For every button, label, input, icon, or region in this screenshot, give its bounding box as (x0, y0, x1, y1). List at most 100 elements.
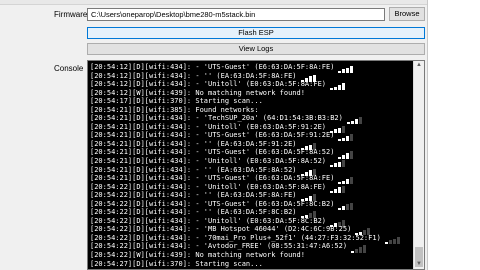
console-line-text: [20:54:21][D][wifi:434]: - 'Unitoll' (E0… (90, 122, 327, 131)
console-line: [20:54:21][D][wifi:434]: - 'UTS-Guest' (… (90, 131, 412, 142)
console-line: [20:54:21][D][wifi:434]: - 'UTS-Guest' (… (90, 148, 412, 159)
adjacent-window-area (428, 0, 480, 270)
wifi-signal-icon (330, 184, 346, 193)
signal-bar (330, 190, 334, 193)
console-line: [20:54:17][D][wifi:370]: Starting scan..… (90, 97, 412, 106)
signal-bar (358, 117, 362, 125)
console-line: [20:54:21][D][wifi:434]: - '' (EA:63:DA:… (90, 139, 412, 151)
wifi-signal-icon (384, 235, 401, 245)
console-line: [20:54:22][D][wifi:434]: - '' (EA:63:DA:… (90, 208, 412, 219)
signal-bar (338, 161, 342, 168)
wifi-signal-icon (330, 218, 346, 227)
console-output[interactable]: [20:54:12][D][wifi:434]: - 'UTS-Guest' (… (87, 60, 425, 270)
signal-bar (396, 236, 400, 245)
console-line-text: [20:54:12][D][wifi:434]: - '' (EA:63:DA:… (90, 71, 297, 80)
console-line-text: [20:54:21][D][wifi:434]: - 'UTS-Guest' (… (90, 148, 335, 157)
wifi-signal-icon (338, 176, 354, 185)
console-scrollbar[interactable]: ▲ ▼ (413, 61, 424, 269)
signal-bar (342, 69, 346, 74)
signal-bar (354, 118, 358, 125)
console-line-text: [20:54:22][D][wifi:434]: - 'Avtodor_FREE… (90, 242, 348, 251)
firmware-path-field[interactable]: C:\Users\oneparop\Desktop\bme280-m5stack… (87, 8, 385, 21)
console-line: [20:54:12][D][wifi:434]: - 'Unitoll' (E0… (90, 80, 412, 91)
signal-bar (346, 178, 350, 185)
signal-bar (346, 122, 350, 125)
scroll-down-icon[interactable]: ▼ (414, 260, 424, 269)
signal-bar (330, 165, 334, 168)
signal-bar (346, 204, 350, 210)
signal-bar (350, 202, 354, 210)
signal-bar (350, 151, 354, 159)
console-line-text: [20:54:12][D][wifi:434]: - 'UTS-Guest' (… (90, 63, 335, 71)
wifi-signal-icon (300, 193, 317, 202)
flash-esp-button[interactable]: Flash ESP (87, 27, 425, 39)
wifi-signal-icon (330, 124, 346, 133)
wifi-signal-icon (351, 244, 367, 253)
signal-bar (351, 250, 355, 253)
console-line-text: [20:54:22][D][wifi:434]: - '' (EA:63:DA:… (90, 191, 297, 200)
signal-bar (338, 207, 342, 210)
signal-bar (350, 120, 354, 125)
signal-bar (384, 242, 388, 245)
console-line-text: [20:54:22][D][wifi:434]: - 'UTS-Guest' (… (90, 199, 335, 208)
console-label: Console (54, 64, 84, 73)
console-line: [20:54:22][D][wifi:434]: - 'Avtodor_FREE… (90, 242, 412, 253)
signal-bar (388, 240, 392, 245)
signal-bar (334, 86, 338, 91)
console-line: [20:54:22][D][wifi:434]: - 'Unitoll' (E0… (90, 216, 412, 227)
console-line-text: [20:54:22][W][wifi:439]: No matching net… (90, 251, 305, 260)
wifi-signal-icon (300, 210, 317, 219)
signal-bar (346, 136, 350, 142)
console-line: [20:54:21][D][wifi:385]: Found networks: (90, 106, 412, 115)
firmware-label: Firmware (54, 10, 88, 19)
signal-bar (342, 185, 346, 193)
view-logs-button[interactable]: View Logs (87, 43, 425, 55)
window-top-edge (0, 0, 480, 5)
scroll-up-icon[interactable]: ▲ (414, 61, 424, 70)
signal-bar (346, 153, 350, 159)
console-line-text: [20:54:22][D][wifi:434]: - 'MB Hotspot 4… (90, 225, 352, 234)
signal-bar (342, 83, 346, 91)
console-line-text: [20:54:21][D][wifi:385]: Found networks: (90, 105, 259, 114)
signal-bar (350, 177, 354, 185)
console-line-text: [20:54:21][D][wifi:434]: - 'TechSUP_20a'… (90, 114, 343, 123)
console-line: [20:54:21][D][wifi:434]: - 'UTS-Guest' (… (90, 174, 412, 185)
wifi-signal-icon (355, 227, 371, 236)
signal-bar (342, 206, 346, 210)
console-line-text: [20:54:22][D][wifi:434]: - '70mai_Pro Pl… (90, 233, 381, 242)
signal-bar (392, 238, 396, 245)
console-line-text: [20:54:21][D][wifi:434]: - '' (EA:63:DA:… (90, 139, 297, 148)
console-line: [20:54:27][D][wifi:370]: Starting scan..… (90, 260, 412, 269)
console-line: [20:54:12][D][wifi:434]: - '' (EA:63:DA:… (90, 71, 412, 82)
wifi-signal-icon (338, 65, 354, 74)
console-line: [20:54:21][D][wifi:434]: - 'TechSUP_20a'… (90, 114, 412, 125)
console-line-text: [20:54:21][D][wifi:434]: - '' (EA:63:DA:… (90, 165, 297, 174)
console-line-text: [20:54:12][D][wifi:434]: - 'Unitoll' (E0… (90, 80, 327, 89)
browse-button[interactable]: Browse (389, 7, 425, 21)
wifi-signal-icon (346, 116, 363, 125)
console-line: [20:54:22][D][wifi:434]: - 'UTS-Guest' (… (90, 199, 412, 210)
console-line-text: [20:54:17][D][wifi:370]: Starting scan..… (90, 97, 263, 106)
console-log-text: [20:54:12][D][wifi:434]: - 'UTS-Guest' (… (90, 63, 412, 268)
signal-bar (338, 71, 342, 74)
console-line-text: [20:54:21][D][wifi:434]: - 'UTS-Guest' (… (90, 174, 335, 183)
console-line-text: [20:54:21][D][wifi:434]: - 'UTS-Guest' (… (90, 131, 335, 140)
wifi-signal-icon (300, 141, 317, 151)
signal-bar (338, 139, 342, 142)
wifi-signal-icon (300, 73, 317, 82)
wifi-signal-icon (300, 167, 317, 176)
signal-bar (350, 134, 354, 142)
console-line-text: [20:54:12][W][wifi:439]: No matching net… (90, 88, 305, 97)
signal-bar (338, 84, 342, 91)
signal-bar (346, 67, 350, 74)
console-line-text: [20:54:22][D][wifi:434]: - 'Unitoll' (E0… (90, 182, 327, 191)
console-line-text: [20:54:22][D][wifi:434]: - '' (EA:63:DA:… (90, 208, 297, 217)
console-line-text: [20:54:22][D][wifi:434]: - 'Unitoll' (E0… (90, 216, 327, 225)
console-line: [20:54:22][D][wifi:434]: - 'Unitoll' (E0… (90, 182, 412, 193)
console-line: [20:54:21][D][wifi:434]: - '' (EA:63:DA:… (90, 165, 412, 176)
wifi-signal-icon (338, 133, 354, 142)
console-line: [20:54:22][D][wifi:434]: - '' (EA:63:DA:… (90, 191, 412, 202)
signal-bar (342, 160, 346, 168)
console-line: [20:54:22][D][wifi:434]: - '70mai_Pro Pl… (90, 233, 412, 245)
console-line: [20:54:21][D][wifi:434]: - 'Unitoll' (E0… (90, 122, 412, 133)
